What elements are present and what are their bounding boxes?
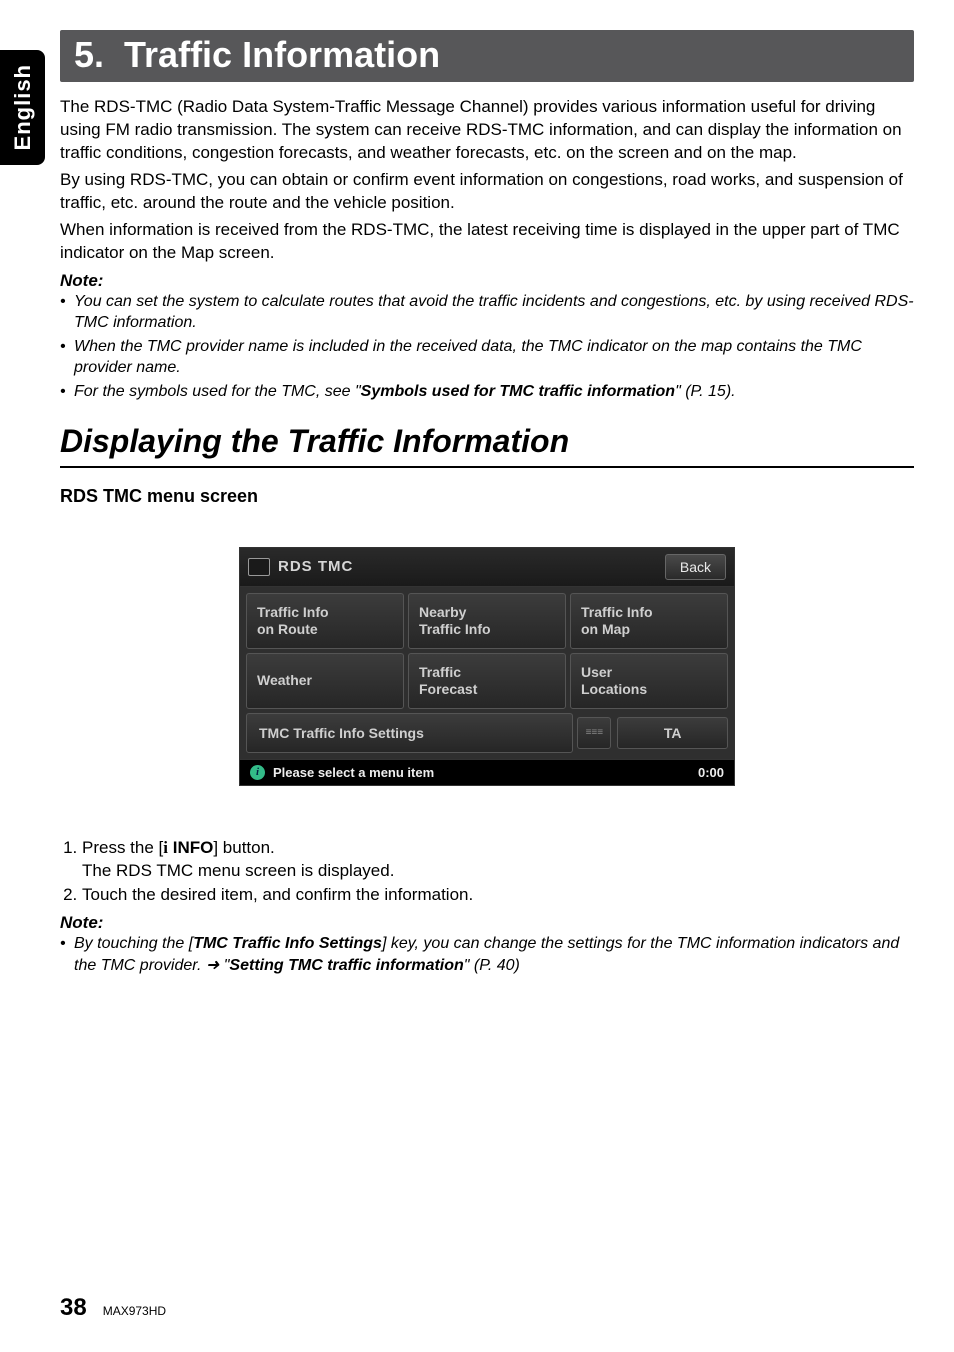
model-name: MAX973HD [103,1304,166,1318]
note-text: For the symbols used for the TMC, see " [74,383,361,400]
intro-paragraph-3: When information is received from the RD… [60,219,914,265]
tmc-traffic-info-settings-button[interactable]: TMC Traffic Info Settings [246,713,573,753]
chapter-heading: 5. Traffic Information [74,34,900,76]
status-time: 0:00 [698,765,724,780]
info-icon: i [250,765,265,780]
section-rule [60,466,914,468]
subheading: RDS TMC menu screen [60,486,914,507]
traffic-forecast-button[interactable]: Traffic Forecast [408,653,566,709]
screenshot-button-grid: Traffic Info on Route Nearby Traffic Inf… [239,587,735,713]
intro-paragraph-2: By using RDS-TMC, you can obtain or conf… [60,169,914,215]
note-text: " (P. 40) [464,957,520,974]
note-item: By touching the [TMC Traffic Info Settin… [74,933,914,976]
btn-line: Nearby [419,604,555,621]
screenshot-title-left: RDS TMC [248,558,353,576]
btn-line: Forecast [419,681,555,698]
status-left: i Please select a menu item [250,765,434,780]
status-text: Please select a menu item [273,765,434,780]
btn-line: Traffic Info [581,604,717,621]
note-item: For the symbols used for the TMC, see "S… [74,381,914,403]
weather-button[interactable]: Weather [246,653,404,709]
note-label-2: Note: [60,913,914,933]
step-text: ] button. [213,838,274,857]
note-item: When the TMC provider name is included i… [74,336,914,379]
steps: Press the [i INFO] button. The RDS TMC m… [60,836,914,907]
btn-line: Locations [581,681,717,698]
btn-line: User [581,664,717,681]
note-text: " (P. 15). [675,383,736,400]
section-title: Displaying the Traffic Information [60,423,914,460]
btn-line: Traffic Info [257,604,393,621]
chapter-title: Traffic Information [124,34,440,75]
traffic-info-on-route-button[interactable]: Traffic Info on Route [246,593,404,649]
ta-group: ≡≡≡ TA [577,713,728,753]
note-text: By touching the [ [74,935,193,952]
btn-line: Traffic [419,664,555,681]
btn-line: on Map [581,621,717,638]
step-1: Press the [i INFO] button. The RDS TMC m… [82,836,914,884]
ta-button[interactable]: TA [617,717,728,749]
screenshot-bottom-row: TMC Traffic Info Settings ≡≡≡ TA [239,713,735,759]
step-text: Press the [ [82,838,163,857]
step-2: Touch the desired item, and confirm the … [82,883,914,907]
note-label-1: Note: [60,271,914,291]
btn-line: Weather [257,672,393,689]
step-subtext: The RDS TMC menu screen is displayed. [82,861,394,880]
intro-paragraph-1: The RDS-TMC (Radio Data System-Traffic M… [60,96,914,165]
rds-tmc-screenshot: RDS TMC Back Traffic Info on Route Nearb… [239,547,735,786]
screenshot-title: RDS TMC [278,558,353,575]
btn-line: Traffic Info [419,621,555,638]
screenshot-status-bar: i Please select a menu item 0:00 [239,759,735,786]
note-item: You can set the system to calculate rout… [74,291,914,334]
btn-line: on Route [257,621,393,638]
chapter-heading-bar: 5. Traffic Information [60,30,914,82]
note-bold: Symbols used for TMC traffic information [361,383,675,400]
signal-icon: ≡≡≡ [577,717,611,749]
note-bold: Setting TMC traffic information [229,957,463,974]
page-number: 38 [60,1294,87,1322]
back-button[interactable]: Back [665,554,726,580]
note-list-2: By touching the [TMC Traffic Info Settin… [60,933,914,976]
page-footer: 38 MAX973HD [60,1294,166,1322]
note-bold: TMC Traffic Info Settings [193,935,382,952]
tmc-icon [248,558,270,576]
language-tab: English [0,50,45,165]
language-tab-label: English [10,64,36,150]
nearby-traffic-info-button[interactable]: Nearby Traffic Info [408,593,566,649]
chapter-number: 5. [74,34,104,75]
step-bold: INFO [168,838,213,857]
user-locations-button[interactable]: User Locations [570,653,728,709]
screenshot-titlebar: RDS TMC Back [239,547,735,587]
note-list-1: You can set the system to calculate rout… [60,291,914,403]
traffic-info-on-map-button[interactable]: Traffic Info on Map [570,593,728,649]
